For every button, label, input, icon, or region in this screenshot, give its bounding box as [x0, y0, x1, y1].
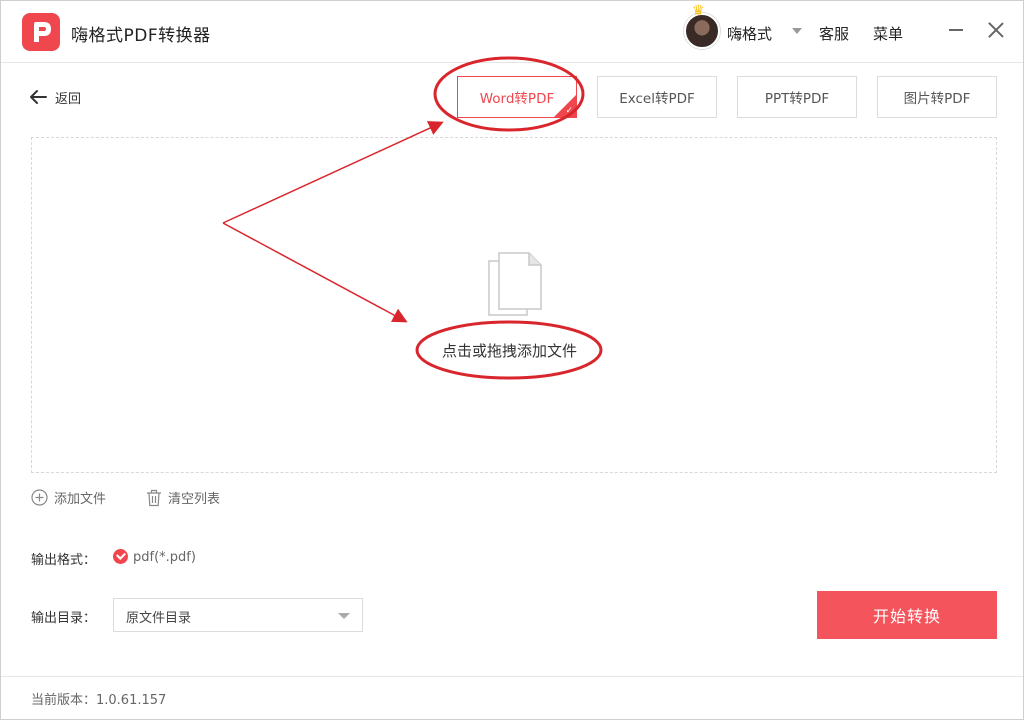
add-file-label: 添加文件	[54, 492, 107, 507]
trash-icon	[147, 489, 161, 506]
tab-word-to-pdf[interactable]: Word转PDF ✓	[457, 76, 577, 118]
close-icon[interactable]	[987, 21, 1005, 39]
arrow-left-icon	[30, 90, 47, 104]
chevron-down-icon[interactable]	[792, 28, 802, 34]
tab-excel-to-pdf[interactable]: Excel转PDF	[597, 76, 717, 118]
document-icon	[488, 252, 542, 316]
pdf-logo-icon	[22, 13, 60, 51]
username[interactable]: 嗨格式	[727, 23, 772, 44]
tab-label: 图片转PDF	[903, 91, 971, 107]
app-title: 嗨格式PDF转换器	[71, 26, 211, 46]
check-circle-icon[interactable]	[113, 549, 128, 564]
back-label: 返回	[55, 91, 82, 107]
tab-label: Word转PDF	[479, 91, 555, 107]
output-dir-label: 输出目录：	[31, 611, 97, 626]
app-window: 嗨格式PDF转换器 ♛ 嗨格式 客服 菜单 返回 Word转PDF ✓ Exce…	[0, 0, 1024, 720]
customer-service-link[interactable]: 客服	[819, 23, 849, 44]
clear-list-button[interactable]: 清空列表	[146, 488, 220, 507]
clear-list-label: 清空列表	[168, 492, 221, 507]
tab-label: Excel转PDF	[619, 91, 695, 107]
tab-ppt-to-pdf[interactable]: PPT转PDF	[737, 76, 857, 118]
tab-image-to-pdf[interactable]: 图片转PDF	[877, 76, 997, 118]
minimize-icon[interactable]	[949, 29, 963, 31]
output-format-label: 输出格式：	[31, 553, 97, 568]
footer: 当前版本：1.0.61.157	[1, 676, 1023, 719]
chevron-down-icon	[338, 613, 350, 619]
drop-hint: 点击或拖拽添加文件	[442, 342, 578, 360]
tab-label: PPT转PDF	[764, 91, 830, 107]
plus-circle-icon	[31, 489, 48, 506]
check-icon: ✓	[565, 106, 573, 116]
menu-link[interactable]: 菜单	[873, 23, 903, 44]
crown-icon: ♛	[692, 3, 705, 19]
add-file-button[interactable]: 添加文件	[31, 488, 106, 507]
version-label: 当前版本：1.0.61.157	[31, 693, 167, 708]
title-bar: 嗨格式PDF转换器 ♛ 嗨格式 客服 菜单	[1, 1, 1023, 63]
output-dir-value: 原文件目录	[126, 611, 192, 626]
output-dir-select[interactable]: 原文件目录	[113, 598, 363, 632]
start-convert-button[interactable]: 开始转换	[817, 591, 997, 639]
output-format-value: pdf(*.pdf)	[133, 550, 196, 565]
back-button[interactable]: 返回	[29, 87, 81, 107]
